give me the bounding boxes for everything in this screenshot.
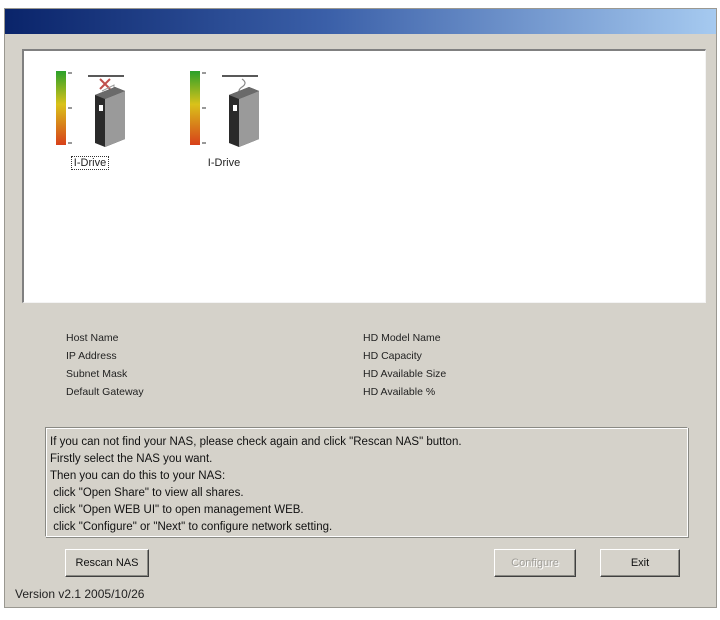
subnet-mask-label: Subnet Mask [66,368,128,380]
title-bar[interactable] [5,9,716,34]
configure-button[interactable]: Configure [494,549,576,577]
instructions-box: If you can not find your NAS, please che… [45,427,688,537]
nas-drive-icon [190,71,259,147]
instruction-line: Firstly select the NAS you want. [50,453,213,465]
device-item[interactable]: I-Drive [184,61,264,171]
instruction-line: Then you can do this to your NAS: [50,470,226,482]
default-gateway-label: Default Gateway [66,386,144,398]
nas-drive-icon [56,71,125,147]
ip-address-label: IP Address [66,350,117,362]
hd-available-size-label: HD Available Size [363,368,447,380]
disk-info-labels: HD Model Name HD Capacity HD Available S… [363,329,446,401]
hd-capacity-label: HD Capacity [363,350,422,362]
device-list-pane[interactable]: I-Drive I-Drive [22,49,706,303]
version-text: Version v2.1 2005/10/26 [15,587,145,601]
device-label: I-Drive [50,156,130,170]
instruction-line: click "Open Share" to view all shares. [50,487,244,499]
rescan-nas-button[interactable]: Rescan NAS [65,549,149,577]
instruction-line: If you can not find your NAS, please che… [50,436,462,448]
app-window: I-Drive I-Drive Host Name IP Address Sub… [4,8,717,608]
instruction-line: click "Open WEB UI" to open management W… [50,504,304,516]
device-item[interactable]: I-Drive [50,61,130,171]
hd-available-percent-label: HD Available % [363,386,436,398]
network-info-labels: Host Name IP Address Subnet Mask Default… [66,329,144,401]
host-name-label: Host Name [66,332,119,344]
device-label: I-Drive [207,157,241,169]
instruction-line: click "Configure" or "Next" to configure… [50,521,333,533]
exit-button[interactable]: Exit [600,549,680,577]
hd-model-name-label: HD Model Name [363,332,441,344]
